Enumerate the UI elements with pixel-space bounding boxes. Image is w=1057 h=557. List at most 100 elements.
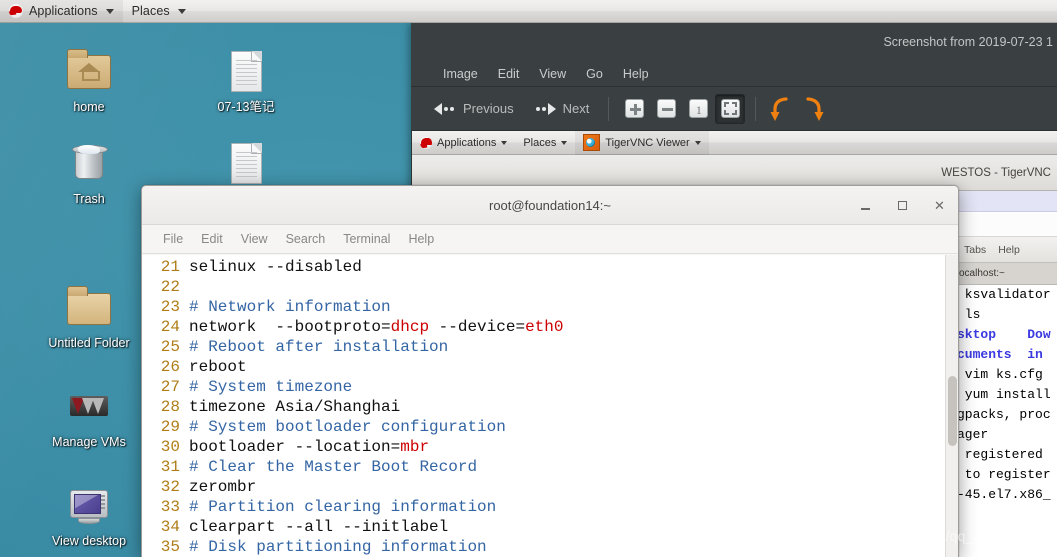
toolbar-separator (608, 96, 610, 121)
menu-go[interactable]: Go (576, 65, 613, 83)
chevron-down-icon (105, 8, 114, 14)
inner-terminal-tab[interactable]: ocalhost:~ (955, 263, 1057, 285)
inner-terminal-output: ksvalidator ls sktop Dow cuments in vim ks… (955, 285, 1057, 557)
rotate-left-button[interactable] (766, 94, 796, 124)
inner-window-label: TigerVNC Viewer (605, 136, 690, 149)
terminal-menu-view[interactable]: View (232, 229, 277, 249)
inner-menu-help[interactable]: Help (998, 244, 1020, 256)
terminal-line: 29 # System bootloader configuration (150, 417, 958, 437)
desktop-icon-home[interactable]: home (37, 47, 141, 114)
close-button[interactable]: ✕ (931, 197, 948, 214)
inner-terminal-line: registered (957, 447, 1051, 462)
menu-view[interactable]: View (529, 65, 576, 83)
inner-terminal-line: vim ks.cfg (957, 367, 1043, 382)
image-viewer-toolbar: Previous Next 1 (411, 87, 1057, 131)
image-viewer-menubar: Image Edit View Go Help (411, 61, 1057, 87)
maximize-button[interactable] (894, 197, 911, 214)
terminal-text-span: network --bootproto= (189, 318, 391, 336)
terminal-line-number: 24 (160, 318, 180, 336)
terminal-line-number: 30 (160, 438, 180, 456)
desktop-icon-view-desktop[interactable]: View desktop (37, 481, 141, 548)
zoom-out-button[interactable] (651, 94, 681, 124)
best-fit-button[interactable] (715, 93, 746, 124)
terminal-scrollbar[interactable] (945, 255, 958, 557)
inner-terminal-line: to register (957, 467, 1051, 482)
terminal-menu-file[interactable]: File (154, 229, 192, 249)
inner-terminal-line: cuments in (957, 347, 1043, 362)
terminal-line-number: 27 (160, 378, 180, 396)
applications-label: Applications (29, 4, 98, 18)
terminal-window: root@foundation14:~ ✕ File Edit View Sea… (141, 185, 959, 557)
terminal-line: 27 # System timezone (150, 377, 958, 397)
terminal-line-number: 21 (160, 258, 180, 276)
inner-places-menu[interactable]: Places (515, 131, 575, 155)
monitor-icon (65, 481, 113, 529)
next-button[interactable]: Next (525, 96, 599, 121)
image-viewer-title: Screenshot from 2019-07-23 1 (883, 35, 1053, 49)
terminal-menu-search[interactable]: Search (277, 229, 335, 249)
desktop-icon-label: 07-13笔记 (217, 100, 275, 114)
zoom-in-button[interactable] (619, 94, 649, 124)
terminal-text-span: # Network information (189, 298, 391, 316)
chevron-down-icon (561, 140, 568, 145)
menu-image[interactable]: Image (433, 65, 488, 83)
inner-terminal-line: ls (957, 307, 981, 322)
redhat-logo-icon (9, 4, 23, 18)
desktop-icon-trash[interactable]: Trash (37, 139, 141, 206)
terminal-line: 25 # Reboot after installation (150, 337, 958, 357)
image-viewer-titlebar[interactable]: Screenshot from 2019-07-23 1 (411, 23, 1057, 61)
terminal-line: 21 selinux --disabled (150, 257, 958, 277)
desktop-icon-notes[interactable]: 07-13笔记 (194, 47, 298, 114)
menu-edit[interactable]: Edit (488, 65, 530, 83)
inner-window-list-item[interactable]: TigerVNC Viewer (575, 131, 709, 155)
normal-size-button[interactable]: 1 (683, 94, 713, 124)
terminal-line-number: 32 (160, 478, 180, 496)
inner-tab-label: ocalhost:~ (959, 268, 1005, 279)
terminal-line-number: 22 (160, 278, 180, 296)
desktop-icon-label: Manage VMs (52, 435, 126, 449)
rotate-right-icon (801, 96, 825, 122)
desktop-icon-untitled-folder[interactable]: Untitled Folder (37, 283, 141, 350)
next-label: Next (562, 101, 590, 116)
terminal-menu-edit[interactable]: Edit (192, 229, 232, 249)
terminal-line-number: 35 (160, 538, 180, 556)
places-menu[interactable]: Places (123, 0, 195, 23)
terminal-line-number: 23 (160, 298, 180, 316)
inner-terminal-line: gpacks, proc (957, 407, 1051, 422)
places-label: Places (131, 4, 170, 18)
inner-menu-tabs[interactable]: Tabs (964, 244, 986, 256)
applications-menu[interactable]: Applications (0, 0, 123, 23)
terminal-menubar: File Edit View Search Terminal Help (142, 225, 958, 254)
terminal-text-span: # System timezone (189, 378, 353, 396)
inner-terminal-line: sktop Dow (957, 327, 1051, 342)
inner-terminal-menubar: Tabs Help (955, 237, 1057, 263)
inner-terminal-line: ksvalidator (957, 287, 1051, 302)
terminal-titlebar[interactable]: root@foundation14:~ ✕ (142, 186, 958, 225)
terminal-line-number: 31 (160, 458, 180, 476)
terminal-menu-help[interactable]: Help (399, 229, 443, 249)
minimize-button[interactable] (857, 197, 874, 214)
chevron-down-icon (177, 8, 186, 14)
desktop-icon-manage-vms[interactable]: Manage VMs (37, 382, 141, 449)
inner-applications-menu[interactable]: Applications (412, 131, 515, 155)
desktop-icon-label: View desktop (51, 534, 127, 548)
terminal-line: 22 (150, 277, 958, 297)
terminal-line: 26 reboot (150, 357, 958, 377)
toolbar-separator-2 (755, 96, 757, 121)
terminal-line: 31 # Clear the Master Boot Record (150, 457, 958, 477)
terminal-text-span: clearpart --all --initlabel (189, 518, 449, 536)
desktop-icon-label: home (73, 100, 105, 114)
terminal-text-span: # Partition clearing information (189, 498, 497, 516)
terminal-menu-terminal[interactable]: Terminal (334, 229, 399, 249)
menu-help[interactable]: Help (613, 65, 659, 83)
terminal-line: 24 network --bootproto=dhcp --device=eth0 (150, 317, 958, 337)
chevron-down-icon (694, 140, 701, 145)
folder-icon (65, 283, 113, 331)
home-folder-icon (65, 47, 113, 95)
chevron-down-icon (501, 140, 508, 145)
rotate-right-button[interactable] (798, 94, 828, 124)
inner-terminal-line: ager (957, 427, 989, 442)
terminal-line: 33 # Partition clearing information (150, 497, 958, 517)
previous-button[interactable]: Previous (425, 96, 523, 121)
inner-selected-row (955, 191, 1057, 212)
